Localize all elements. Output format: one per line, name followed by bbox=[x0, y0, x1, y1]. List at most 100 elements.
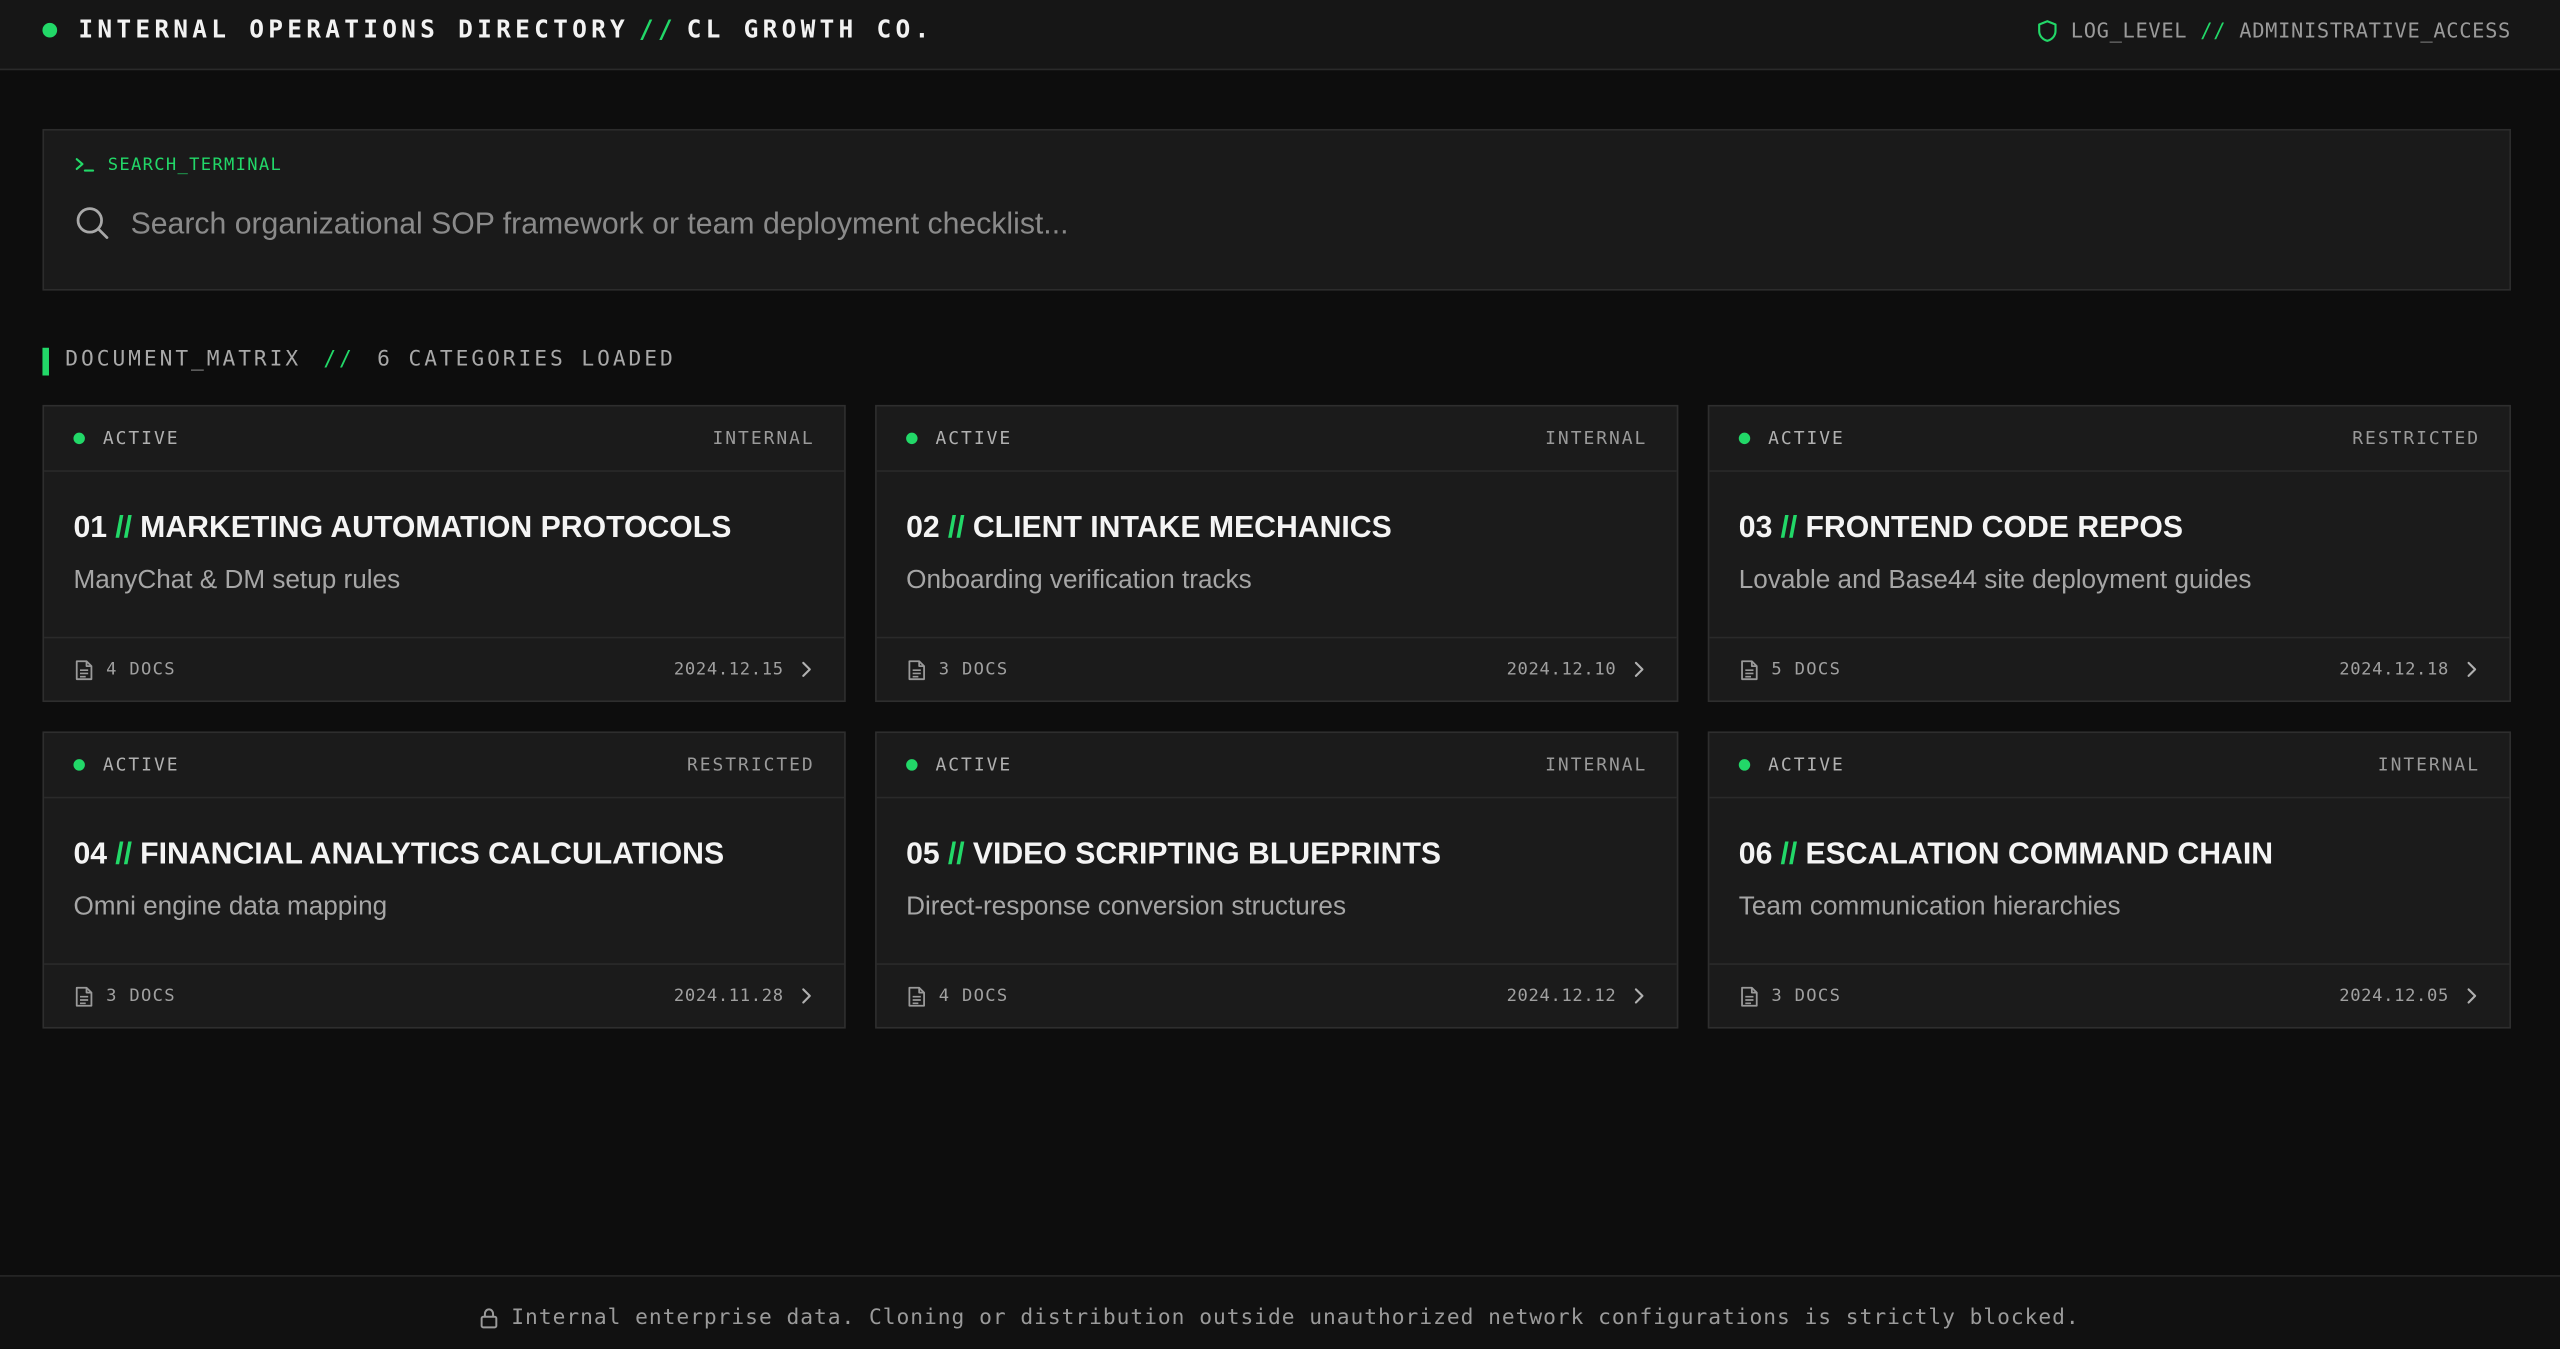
card-title-text: CLIENT INTAKE MECHANICS bbox=[972, 509, 1392, 544]
top-bar: INTERNAL OPERATIONS DIRECTORY // CL GROWTH… bbox=[0, 0, 2560, 71]
last-updated-date: 2024.11.28 bbox=[673, 986, 784, 1006]
access-separator: // bbox=[2200, 17, 2227, 43]
categories-loaded-count: 6 CATEGORIES LOADED bbox=[377, 347, 676, 373]
card-number: 04 bbox=[73, 835, 108, 871]
category-card-01[interactable]: ACTIVE INTERNAL 01//MARKETING AUTOMATION… bbox=[42, 404, 846, 703]
card-title-text: ESCALATION COMMAND CHAIN bbox=[1805, 835, 2274, 871]
shield-icon bbox=[2038, 19, 2058, 42]
access-classification: INTERNAL bbox=[712, 427, 815, 449]
card-footer: 3 DOCS 2024.11.28 bbox=[44, 963, 845, 1028]
access-level-value: ADMINISTRATIVE_ACCESS bbox=[2239, 17, 2512, 43]
document-count: 4 DOCS bbox=[938, 986, 1009, 1006]
matrix-label: DOCUMENT_MATRIX bbox=[65, 347, 302, 373]
chevron-right-icon[interactable] bbox=[802, 988, 812, 1004]
document-count: 3 DOCS bbox=[938, 659, 1009, 680]
category-card-03[interactable]: ACTIVE RESTRICTED 03//FRONTEND CODE REPO… bbox=[1707, 404, 2512, 703]
matrix-separator: // bbox=[323, 347, 355, 373]
card-number: 06 bbox=[1738, 835, 1773, 871]
document-icon bbox=[908, 986, 925, 1007]
chevron-right-icon[interactable] bbox=[802, 661, 812, 677]
company-name: CL GROWTH CO. bbox=[686, 14, 934, 45]
card-number: 02 bbox=[906, 509, 940, 544]
search-terminal-text: SEARCH_TERMINAL bbox=[107, 155, 283, 175]
lock-icon bbox=[480, 1308, 498, 1329]
log-level-label: LOG_LEVEL bbox=[2070, 17, 2188, 43]
document-icon bbox=[1741, 986, 1758, 1007]
card-footer: 3 DOCS 2024.12.05 bbox=[1709, 963, 2510, 1028]
chevron-right-icon[interactable] bbox=[2467, 988, 2477, 1004]
search-icon bbox=[76, 207, 109, 239]
last-updated-date: 2024.12.12 bbox=[1506, 986, 1617, 1006]
status-indicator-dot bbox=[42, 22, 58, 38]
search-panel: SEARCH_TERMINAL bbox=[42, 128, 2512, 291]
footer: Internal enterprise data. Cloning or dis… bbox=[0, 1275, 2560, 1349]
document-count: 4 DOCS bbox=[106, 659, 176, 680]
card-header: ACTIVE INTERNAL bbox=[1709, 733, 2510, 799]
card-subtitle: Onboarding verification tracks bbox=[906, 566, 1252, 595]
category-card-02[interactable]: ACTIVE INTERNAL 02//CLIENT INTAKE MECHAN… bbox=[875, 404, 1679, 703]
card-status: ACTIVE bbox=[935, 427, 1013, 449]
category-card-04[interactable]: ACTIVE RESTRICTED 04//FINANCIAL ANALYTIC… bbox=[42, 731, 846, 1029]
card-number: 03 bbox=[1738, 509, 1773, 544]
access-classification: INTERNAL bbox=[1545, 754, 1648, 776]
footer-notice: Internal enterprise data. Cloning or dis… bbox=[0, 1306, 2560, 1331]
document-count: 3 DOCS bbox=[1771, 986, 1842, 1006]
footer-text: Internal enterprise data. Cloning or dis… bbox=[511, 1306, 2080, 1331]
card-subtitle: Lovable and Base44 site deployment guide… bbox=[1738, 566, 2252, 595]
card-title-separator: // bbox=[1780, 835, 1798, 871]
card-title-separator: // bbox=[947, 509, 965, 544]
card-status: ACTIVE bbox=[102, 427, 180, 449]
last-updated-date: 2024.12.10 bbox=[1506, 659, 1617, 680]
card-subtitle: ManyChat & DM setup rules bbox=[73, 566, 401, 595]
card-title: 05//VIDEO SCRIPTING BLUEPRINTS bbox=[906, 836, 1441, 872]
status-dot bbox=[906, 759, 918, 771]
chevron-right-icon[interactable] bbox=[1634, 988, 1644, 1004]
category-card-06[interactable]: ACTIVE INTERNAL 06//ESCALATION COMMAND C… bbox=[1707, 731, 2512, 1029]
document-count: 5 DOCS bbox=[1771, 659, 1842, 680]
card-title-text: VIDEO SCRIPTING BLUEPRINTS bbox=[972, 835, 1442, 871]
card-number: 01 bbox=[73, 509, 108, 544]
terminal-prompt-icon bbox=[75, 158, 95, 172]
card-header: ACTIVE INTERNAL bbox=[44, 407, 845, 472]
card-subtitle: Omni engine data mapping bbox=[73, 893, 388, 921]
search-terminal-label: SEARCH_TERMINAL bbox=[75, 155, 282, 175]
card-footer: 3 DOCS 2024.12.10 bbox=[876, 636, 1677, 702]
card-footer: 5 DOCS 2024.12.18 bbox=[1709, 636, 2510, 702]
card-header: ACTIVE RESTRICTED bbox=[1709, 407, 2510, 472]
card-title: 03//FRONTEND CODE REPOS bbox=[1739, 509, 2183, 545]
card-status: ACTIVE bbox=[1768, 427, 1845, 449]
card-header: ACTIVE INTERNAL bbox=[876, 407, 1677, 472]
card-title-separator: // bbox=[947, 835, 965, 871]
card-status: ACTIVE bbox=[102, 754, 180, 776]
card-title-text: FRONTEND CODE REPOS bbox=[1805, 509, 2184, 544]
search-input[interactable] bbox=[130, 200, 2449, 247]
card-title-separator: // bbox=[115, 509, 133, 544]
card-title: 06//ESCALATION COMMAND CHAIN bbox=[1739, 836, 2273, 872]
chevron-right-icon[interactable] bbox=[2467, 661, 2477, 677]
card-title: 02//CLIENT INTAKE MECHANICS bbox=[906, 509, 1392, 545]
last-updated-date: 2024.12.15 bbox=[673, 659, 784, 680]
category-card-05[interactable]: ACTIVE INTERNAL 05//VIDEO SCRIPTING BLUE… bbox=[875, 731, 1679, 1029]
card-title-separator: // bbox=[1780, 509, 1798, 544]
document-icon bbox=[75, 660, 93, 681]
access-classification: INTERNAL bbox=[1545, 427, 1648, 449]
chevron-right-icon[interactable] bbox=[1634, 661, 1644, 677]
document-icon bbox=[75, 986, 93, 1007]
status-dot bbox=[1738, 432, 1751, 445]
last-updated-date: 2024.12.05 bbox=[2339, 986, 2449, 1006]
card-number: 05 bbox=[906, 835, 940, 871]
last-updated-date: 2024.12.18 bbox=[2339, 659, 2449, 680]
card-footer: 4 DOCS 2024.12.12 bbox=[876, 963, 1677, 1028]
card-subtitle: Team communication hierarchies bbox=[1738, 893, 2121, 921]
status-dot bbox=[73, 759, 85, 771]
app-title: INTERNAL OPERATIONS DIRECTORY // CL GROWTH… bbox=[78, 15, 933, 44]
access-classification: RESTRICTED bbox=[2352, 427, 2480, 449]
section-accent-bar bbox=[42, 347, 49, 376]
document-count: 3 DOCS bbox=[106, 986, 176, 1006]
title-separator: // bbox=[638, 14, 677, 45]
card-header: ACTIVE INTERNAL bbox=[876, 733, 1677, 799]
access-classification: RESTRICTED bbox=[686, 754, 815, 776]
app-root: INTERNAL OPERATIONS DIRECTORY // CL GROWTH… bbox=[0, 0, 2560, 1349]
directory-title: INTERNAL OPERATIONS DIRECTORY bbox=[78, 14, 630, 45]
card-title-text: MARKETING AUTOMATION PROTOCOLS bbox=[140, 509, 732, 544]
